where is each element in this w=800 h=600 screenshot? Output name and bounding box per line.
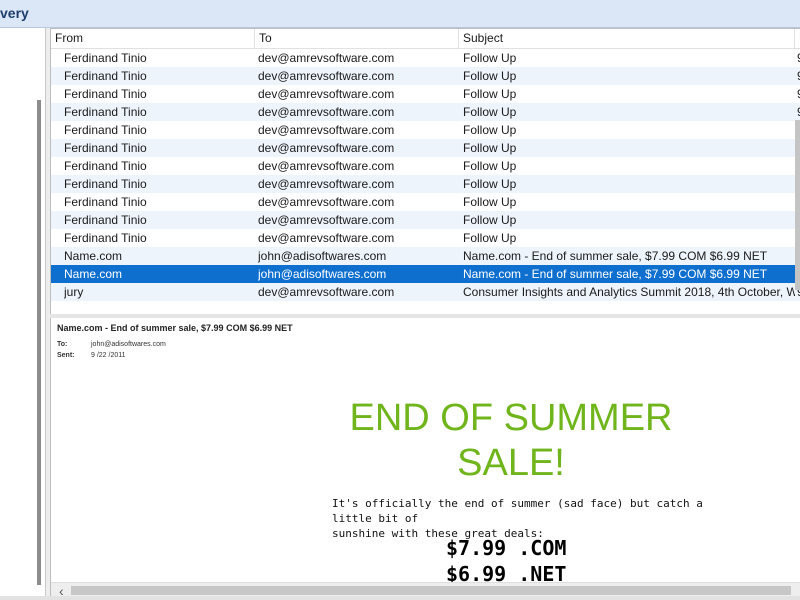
row-from: Ferdinand Tinio [64, 159, 147, 173]
title-bar: very [0, 0, 800, 28]
row-subject: Follow Up [463, 87, 517, 101]
row-to: dev@amrevsoftware.com [258, 177, 395, 191]
message-list-header: From To Subject F [51, 29, 800, 49]
row-to: john@adisoftwares.com [258, 249, 387, 263]
row-subject: Name.com - End of summer sale, $7.99 COM… [463, 249, 768, 263]
message-list-scrollbar[interactable] [795, 120, 800, 290]
column-header-subject[interactable]: Subject [459, 29, 795, 48]
row-to: dev@amrevsoftware.com [258, 69, 395, 83]
row-from: Ferdinand Tinio [64, 123, 147, 137]
row-subject: Follow Up [463, 141, 517, 155]
row-from: Name.com [64, 267, 123, 281]
row-from: Ferdinand Tinio [64, 213, 147, 227]
message-row[interactable]: Ferdinand Tinio dev@amrevsoftware.com Foll… [51, 121, 800, 139]
row-to: dev@amrevsoftware.com [258, 51, 395, 65]
status-strip [0, 596, 800, 600]
row-subject: Consumer Insights and Analytics Summit 2… [463, 285, 795, 299]
row-subject: Name.com - End of summer sale, $7.99 COM… [463, 267, 768, 281]
promo-headline-line1: END OF SUMMER [349, 397, 673, 439]
row-subject: Follow Up [463, 213, 517, 227]
message-row[interactable]: Name.com john@adisoftwares.com Name.com - … [51, 247, 800, 265]
row-to: dev@amrevsoftware.com [258, 123, 395, 137]
message-row[interactable]: Ferdinand Tinio dev@amrevsoftware.com Foll… [51, 49, 800, 67]
message-row[interactable]: Ferdinand Tinio dev@amrevsoftware.com Foll… [51, 67, 800, 85]
row-from: Ferdinand Tinio [64, 87, 147, 101]
row-to: dev@amrevsoftware.com [258, 87, 395, 101]
message-row[interactable]: Ferdinand Tinio dev@amrevsoftware.com Foll… [51, 211, 800, 229]
message-row[interactable]: Ferdinand Tinio dev@amrevsoftware.com Foll… [51, 229, 800, 247]
preview-to-label: To: [57, 341, 68, 348]
row-from: Ferdinand Tinio [64, 141, 147, 155]
price-com: $7.99 .COM [446, 536, 567, 560]
reading-pane: Name.com - End of summer sale, $7.99 COM… [50, 318, 800, 600]
row-subject: Follow Up [463, 123, 517, 137]
row-subject: Follow Up [463, 195, 517, 209]
promo-headline: END OF SUMMER SALE! [331, 396, 691, 486]
message-row[interactable]: Ferdinand Tinio dev@amrevsoftware.com Foll… [51, 193, 800, 211]
row-to: dev@amrevsoftware.com [258, 105, 395, 119]
row-subject: Follow Up [463, 177, 517, 191]
message-row[interactable]: Name.com john@adisoftwares.com Name.com - … [51, 265, 800, 283]
row-to: dev@amrevsoftware.com [258, 213, 395, 227]
row-subject: Follow Up [463, 231, 517, 245]
row-to: dev@amrevsoftware.com [258, 195, 395, 209]
row-to: dev@amrevsoftware.com [258, 285, 395, 299]
row-subject: Follow Up [463, 159, 517, 173]
row-from: jury [64, 285, 84, 299]
row-from: Ferdinand Tinio [64, 69, 147, 83]
row-to: dev@amrevsoftware.com [258, 141, 395, 155]
message-row[interactable]: Ferdinand Tinio dev@amrevsoftware.com Foll… [51, 139, 800, 157]
promo-body: It's officially the end of summer (sad f… [332, 496, 712, 541]
row-from: Ferdinand Tinio [64, 177, 147, 191]
row-to: john@adisoftwares.com [258, 267, 387, 281]
message-row[interactable]: Ferdinand Tinio dev@amrevsoftware.com Foll… [51, 103, 800, 121]
promo-headline-line2: SALE! [457, 442, 565, 484]
message-rows: Ferdinand Tinio dev@amrevsoftware.com Foll… [51, 49, 800, 301]
preview-scroll-thumb[interactable] [71, 586, 791, 595]
row-from: Ferdinand Tinio [64, 195, 147, 209]
preview-subject: Name.com - End of summer sale, $7.99 COM… [57, 323, 293, 333]
window-title: very [0, 5, 29, 21]
promo-body-line1: It's officially the end of summer (sad f… [332, 497, 703, 525]
row-subject: Follow Up [463, 105, 517, 119]
column-header-from[interactable]: From [51, 29, 255, 48]
column-header-extra[interactable]: F [795, 29, 800, 48]
folder-pane-scrollbar[interactable] [37, 100, 41, 585]
row-to: dev@amrevsoftware.com [258, 159, 395, 173]
column-header-to[interactable]: To [255, 29, 459, 48]
message-list[interactable]: From To Subject F Ferdinand Tinio dev@amr… [50, 28, 800, 315]
message-row[interactable]: jury dev@amrevsoftware.com Consumer Insigh… [51, 283, 800, 301]
row-to: dev@amrevsoftware.com [258, 231, 395, 245]
message-row[interactable]: Ferdinand Tinio dev@amrevsoftware.com Foll… [51, 85, 800, 103]
row-subject: Follow Up [463, 51, 517, 65]
row-from: Ferdinand Tinio [64, 105, 147, 119]
row-from: Ferdinand Tinio [64, 231, 147, 245]
row-from: Ferdinand Tinio [64, 51, 147, 65]
message-row[interactable]: Ferdinand Tinio dev@amrevsoftware.com Foll… [51, 175, 800, 193]
row-subject: Follow Up [463, 69, 517, 83]
preview-to-value: john@adisoftwares.com [91, 341, 166, 348]
preview-sent-value: 9 /22 /2011 [91, 352, 126, 359]
row-from: Name.com [64, 249, 123, 263]
preview-sent-label: Sent: [57, 352, 75, 359]
message-row[interactable]: Ferdinand Tinio dev@amrevsoftware.com Foll… [51, 157, 800, 175]
